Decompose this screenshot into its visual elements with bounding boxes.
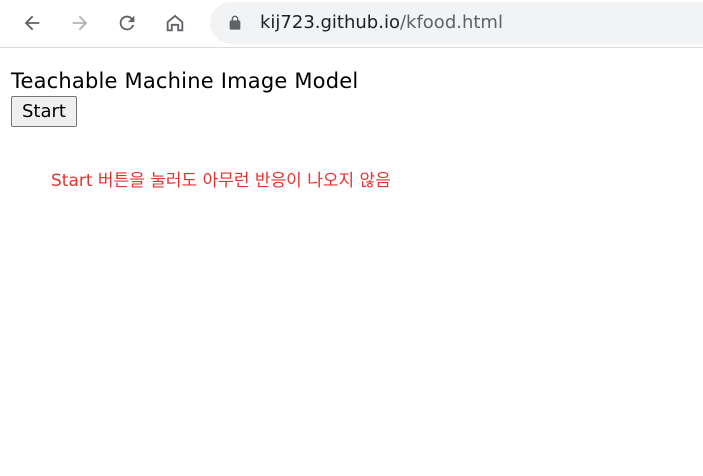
forward-arrow-icon bbox=[72, 15, 88, 31]
browser-toolbar: kij723.github.io/kfood.html bbox=[0, 0, 703, 48]
home-button[interactable] bbox=[160, 8, 190, 38]
url-text: kij723.github.io/kfood.html bbox=[260, 12, 503, 34]
lock-icon bbox=[229, 15, 241, 30]
url-host: kij723.github.io bbox=[260, 12, 400, 33]
forward-button[interactable] bbox=[65, 8, 95, 38]
annotation-note: Start 버튼을 눌러도 아무런 반응이 나오지 않음 bbox=[51, 171, 391, 191]
reload-icon bbox=[119, 15, 135, 31]
reload-button[interactable] bbox=[112, 8, 142, 38]
start-button[interactable]: Start bbox=[11, 96, 77, 127]
address-bar[interactable]: kij723.github.io/kfood.html bbox=[210, 2, 703, 44]
back-arrow-icon bbox=[24, 15, 40, 31]
page-title: Teachable Machine Image Model bbox=[11, 69, 359, 93]
page-content: Teachable Machine Image Model Start Star… bbox=[0, 48, 703, 476]
url-path: /kfood.html bbox=[399, 12, 503, 33]
back-button[interactable] bbox=[17, 8, 47, 38]
home-icon bbox=[166, 14, 184, 32]
